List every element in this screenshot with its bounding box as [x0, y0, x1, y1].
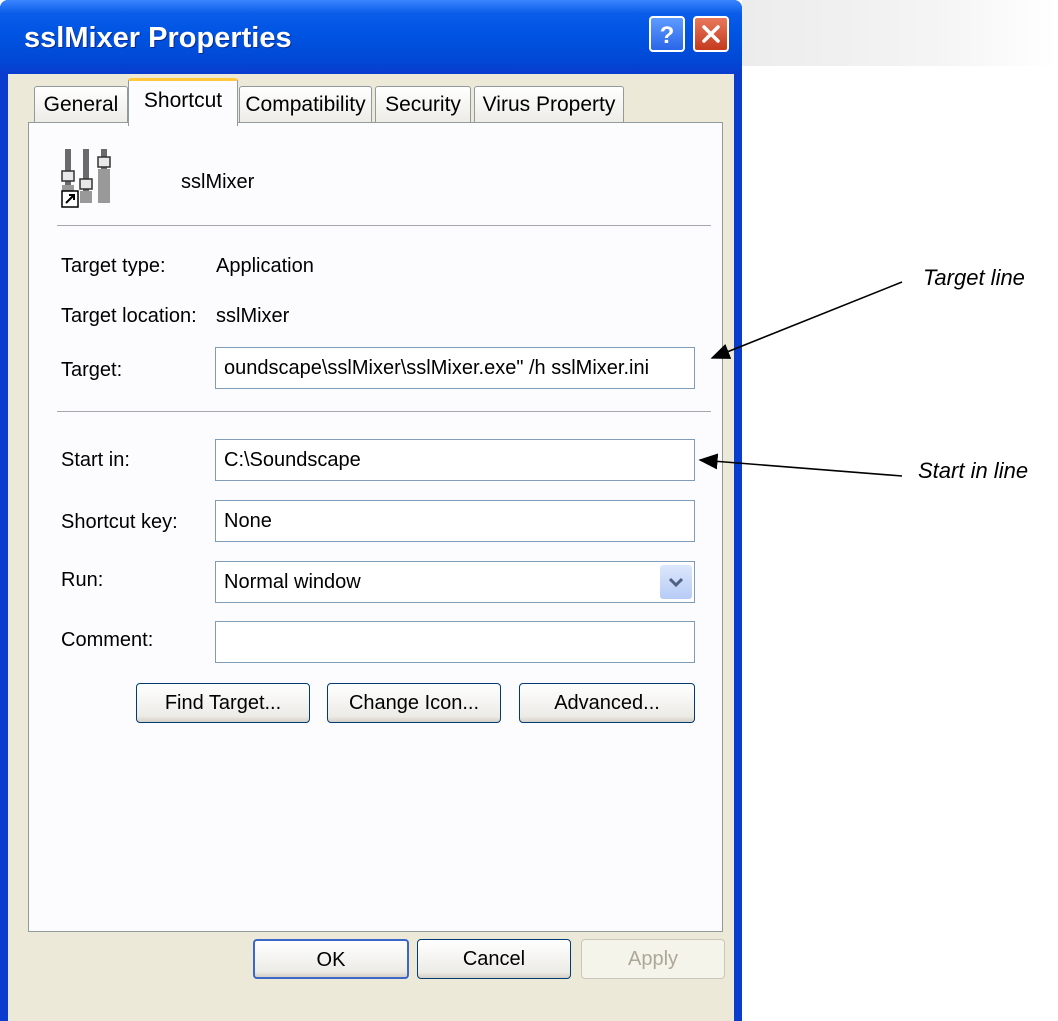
start-in-line-annotation: Start in line [918, 458, 1029, 483]
tab-shortcut[interactable]: Shortcut [128, 78, 238, 126]
target-line-arrow [710, 281, 903, 359]
start-in-line-arrow [698, 453, 903, 477]
annotation-arrows [698, 281, 903, 477]
target-line-annotation: Target line [923, 265, 1025, 290]
